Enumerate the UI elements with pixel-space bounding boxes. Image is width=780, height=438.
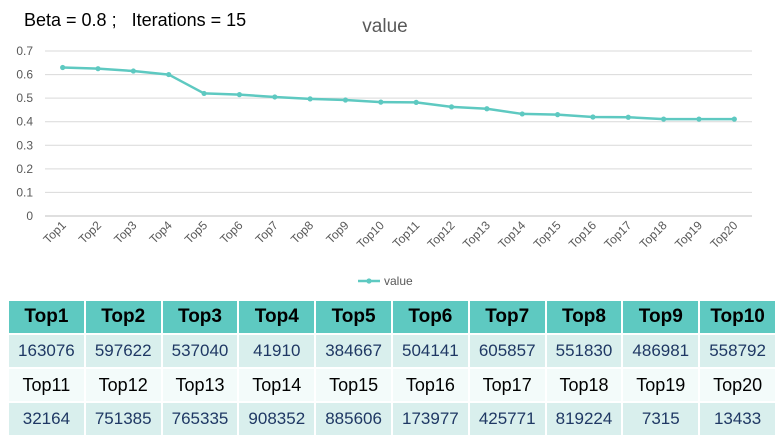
- x-tick-label: Top5: [182, 218, 211, 247]
- table-cell: Top18: [546, 369, 622, 401]
- table-cell: 32164: [9, 403, 84, 435]
- data-point: [166, 71, 172, 78]
- table-cell: Top11: [9, 369, 84, 401]
- table-cell: Top12: [85, 369, 161, 401]
- table-cell: Top1: [9, 301, 84, 333]
- table-cell: Top9: [623, 301, 699, 333]
- x-tick-label: Top13: [460, 218, 493, 251]
- y-tick-label: 0.3: [16, 138, 33, 152]
- data-point: [625, 114, 631, 120]
- data-point: [60, 64, 66, 71]
- x-tick-label: Top14: [495, 218, 528, 251]
- x-tick-label: Top17: [601, 218, 634, 251]
- y-tick-label: 0.2: [16, 162, 33, 176]
- table-cell: Top19: [623, 369, 699, 401]
- data-point: [484, 106, 490, 112]
- y-tick-label: 0.4: [16, 115, 33, 129]
- y-tick-label: 0.6: [16, 68, 33, 82]
- table-cell: 751385: [85, 403, 161, 435]
- table-cell: Top14: [239, 369, 315, 401]
- legend-marker: [366, 278, 372, 284]
- data-point: [130, 68, 136, 74]
- x-tick-label: Top8: [288, 218, 317, 247]
- data-point: [342, 97, 349, 103]
- table-cell: Top20: [700, 369, 775, 401]
- table-value-row: 32164 751385 765335 908352 885606 173977 42577…: [9, 403, 775, 435]
- x-tick-label: Top6: [217, 218, 246, 247]
- data-point: [95, 66, 101, 72]
- x-tick-label: Top3: [111, 218, 140, 247]
- table-cell: Top13: [162, 369, 238, 401]
- data-point: [378, 99, 384, 105]
- x-tick-label: Top2: [76, 218, 105, 247]
- table-cell: 551830: [546, 335, 622, 367]
- x-tick-label: Top18: [637, 218, 670, 251]
- table-cell: 163076: [9, 335, 84, 367]
- x-tick-label: Top1: [40, 218, 69, 247]
- x-tick-label: Top20: [707, 218, 740, 251]
- table-cell: 908352: [239, 403, 315, 435]
- y-tick-label: 0.5: [16, 91, 33, 105]
- table-cell: 384667: [316, 335, 391, 367]
- table-cell: 7315: [623, 403, 699, 435]
- table-cell: Top16: [392, 369, 468, 401]
- data-point: [731, 116, 737, 122]
- x-tick-label: Top15: [531, 218, 564, 251]
- table-cell: Top17: [469, 369, 545, 401]
- table-header-row: Top1 Top2 Top3 Top4 Top5 Top6 Top7 Top8 Top9 Top1…: [9, 301, 775, 333]
- table-cell: 765335: [162, 403, 238, 435]
- data-point: [519, 111, 525, 117]
- table-cell: Top10: [700, 301, 775, 333]
- table-cell: 605857: [469, 335, 545, 367]
- x-tick-label: Top9: [323, 218, 352, 247]
- table-cell: Top5: [316, 301, 391, 333]
- table-cell: Top4: [239, 301, 315, 333]
- table-cell: 819224: [546, 403, 622, 435]
- table-cell: 885606: [316, 403, 391, 435]
- y-tick-label: 0: [26, 209, 33, 223]
- table-label-row: Top11 Top12 Top13 Top14 Top15 Top16 Top17 Top18…: [9, 369, 775, 401]
- table-cell: Top2: [85, 301, 161, 333]
- table-cell: Top6: [392, 301, 468, 333]
- data-point: [201, 90, 207, 97]
- x-tick-label: Top7: [253, 218, 282, 247]
- table-cell: 597622: [85, 335, 161, 367]
- x-tick-label: Top16: [566, 218, 599, 251]
- data-point: [554, 112, 561, 118]
- table-cell: Top8: [546, 301, 622, 333]
- x-tick-label: Top11: [390, 218, 423, 251]
- series-line: [62, 66, 735, 121]
- table-cell: 41910: [239, 335, 315, 367]
- table-cell: 173977: [392, 403, 468, 435]
- data-point: [413, 99, 419, 105]
- data-point: [448, 104, 455, 110]
- ranking-table: Top1 Top2 Top3 Top4 Top5 Top6 Top7 Top8 Top9 Top1…: [7, 299, 777, 437]
- data-point: [307, 96, 313, 102]
- table-cell: 537040: [162, 335, 238, 367]
- table-cell: 13433: [700, 403, 775, 435]
- legend-label: value: [384, 274, 413, 288]
- chart-title: value: [362, 16, 407, 37]
- x-tick-label: Top12: [425, 218, 458, 251]
- x-tick-label: Top10: [354, 218, 387, 251]
- table-cell: Top3: [162, 301, 238, 333]
- table-cell: 486981: [623, 335, 699, 367]
- y-tick-label: 0.7: [16, 44, 33, 58]
- data-point: [661, 116, 667, 122]
- table-cell: Top7: [469, 301, 545, 333]
- table-cell: 504141: [392, 335, 468, 367]
- data-point: [590, 114, 596, 120]
- table-cell: 425771: [469, 403, 545, 435]
- data-point: [236, 92, 243, 98]
- table-value-row: 163076 597622 537040 41910 384667 504141 60585…: [9, 335, 775, 367]
- y-tick-label: 0.1: [16, 185, 33, 199]
- table-cell: 558792: [700, 335, 775, 367]
- data-point: [272, 94, 278, 100]
- line-chart: value00.10.20.30.40.50.60.7Top1 Top2 Top3 T…: [16, 16, 752, 288]
- x-tick-label: Top4: [147, 218, 176, 247]
- table-cell: Top15: [316, 369, 391, 401]
- data-point: [696, 116, 702, 122]
- x-tick-label: Top19: [672, 218, 705, 251]
